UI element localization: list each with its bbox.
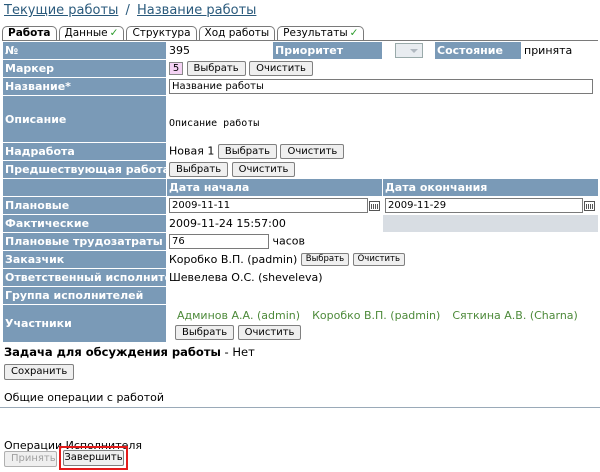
tab-structure-label: Структура <box>132 27 191 39</box>
previous-work-cell: Выбрать Очистить <box>166 160 599 179</box>
calendar-icon[interactable] <box>584 200 595 211</box>
actual-label: Фактические <box>2 214 167 233</box>
participants-cell: Админов А.А. (admin) Коробко В.П. (padmin… <box>166 304 599 343</box>
participants-select-button[interactable]: Выбрать <box>175 324 235 340</box>
marker-select-button[interactable]: Выбрать <box>186 61 246 76</box>
tab-data[interactable]: Данные ✓ <box>58 26 125 40</box>
tab-bar: Работа Данные ✓ Структура Ход работы Резу… <box>2 26 365 41</box>
tab-progress-label: Ход работы <box>204 27 270 39</box>
discussion-label: Задача для обсуждения работы <box>4 345 221 359</box>
participant-link[interactable]: Админов А.А. (admin) <box>177 309 300 322</box>
title-input[interactable]: Название работы <box>169 79 593 94</box>
actual-end-value <box>382 214 599 233</box>
number-label: № <box>2 41 167 60</box>
tab-progress[interactable]: Ход работы <box>198 26 276 40</box>
customer-value: Коробко В.П. (padmin) <box>169 252 298 266</box>
state-label: Состояние <box>434 41 522 60</box>
tab-work-label: Работа <box>8 27 51 39</box>
responsible-label: Ответственный исполнитель <box>2 268 167 287</box>
responsible-value: Шевелева О.С. (sheveleva) <box>166 268 599 287</box>
customer-cell: Коробко В.П. (padmin) Выбрать Очистить <box>166 250 599 269</box>
start-date-header: Дата начала <box>166 178 383 197</box>
accept-button[interactable]: Принять <box>4 451 57 467</box>
planned-label: Плановые <box>2 196 167 215</box>
tab-results[interactable]: Результаты ✓ <box>277 26 365 40</box>
parent-work-label: Надработа <box>2 142 167 161</box>
breadcrumb-separator: / <box>125 3 130 18</box>
marker-swatch[interactable]: 5 <box>169 62 183 75</box>
dates-corner <box>2 178 167 197</box>
title-label: Название* <box>2 77 167 96</box>
customer-clear-button[interactable]: Очистить <box>352 253 405 267</box>
work-form: № 395 Приоритет Состояние принята Маркер… <box>2 41 599 343</box>
parent-work-cell: Новая 1 Выбрать Очистить <box>166 142 599 161</box>
previous-work-label: Предшествующая работа <box>2 160 167 179</box>
tab-results-label: Результаты <box>283 27 348 39</box>
effort-input[interactable]: 76 <box>169 234 269 249</box>
calendar-icon[interactable] <box>369 200 380 211</box>
state-value: принята <box>521 41 599 60</box>
priority-select[interactable] <box>394 43 423 58</box>
accept-wrap: Принять <box>4 451 57 467</box>
discussion-line: Задача для обсуждения работы - Нет <box>4 345 255 359</box>
effort-label: Плановые трудозатраты <box>2 232 167 251</box>
customer-label: Заказчик <box>2 250 167 269</box>
planned-start-input[interactable]: 2009-11-11 <box>169 198 368 213</box>
check-icon: ✓ <box>109 27 119 39</box>
finish-highlight: Завершить <box>59 446 128 470</box>
executor-group-value <box>166 286 599 305</box>
end-date-header: Дата окончания <box>382 178 599 197</box>
planned-end-input[interactable]: 2009-11-29 <box>385 198 583 213</box>
actual-start-value: 2009-11-24 15:57:00 <box>166 214 383 233</box>
effort-cell: 76 часов <box>166 232 599 251</box>
check-icon: ✓ <box>349 27 359 39</box>
description-value[interactable]: Описание работы <box>166 95 599 143</box>
priority-cell <box>382 41 435 60</box>
participant-link[interactable]: Сяткина А.В. (Charna) <box>452 309 578 322</box>
breadcrumb: Текущие работы / Название работы <box>4 3 256 18</box>
customer-select-button[interactable]: Выбрать <box>300 253 350 267</box>
planned-end-cell: 2009-11-29 <box>382 196 599 215</box>
parent-select-button[interactable]: Выбрать <box>217 144 277 159</box>
save-button[interactable]: Сохранить <box>4 364 75 380</box>
tab-work[interactable]: Работа <box>2 26 57 41</box>
previous-select-button[interactable]: Выбрать <box>169 162 229 177</box>
breadcrumb-current-works-link[interactable]: Текущие работы <box>4 3 118 18</box>
planned-start-cell: 2009-11-11 <box>166 196 383 215</box>
priority-label: Приоритет <box>272 41 383 60</box>
finish-button[interactable]: Завершить <box>63 450 124 466</box>
breadcrumb-work-title-link[interactable]: Название работы <box>137 3 256 18</box>
description-label: Описание <box>2 95 167 143</box>
parent-clear-button[interactable]: Очистить <box>280 144 345 159</box>
general-operations-label: Общие операции с работой <box>4 391 164 404</box>
effort-unit: часов <box>272 234 306 248</box>
tab-data-label: Данные <box>64 27 108 39</box>
marker-clear-button[interactable]: Очистить <box>249 61 313 76</box>
number-value: 395 <box>166 41 273 60</box>
tab-structure[interactable]: Структура <box>126 26 197 40</box>
executor-group-label: Группа исполнителей <box>2 286 167 305</box>
participants-label: Участники <box>2 304 167 343</box>
discussion-value: - Нет <box>224 345 255 359</box>
parent-work-value: Новая 1 <box>169 144 215 158</box>
participant-link[interactable]: Коробко В.П. (padmin) <box>312 309 440 322</box>
save-wrap: Сохранить <box>4 364 75 380</box>
marker-label: Маркер <box>2 59 167 78</box>
divider <box>0 407 600 408</box>
previous-clear-button[interactable]: Очистить <box>231 162 296 177</box>
participants-clear-button[interactable]: Очистить <box>237 324 302 340</box>
title-cell: Название работы <box>166 77 599 96</box>
marker-cell: 5 Выбрать Очистить <box>166 59 599 78</box>
